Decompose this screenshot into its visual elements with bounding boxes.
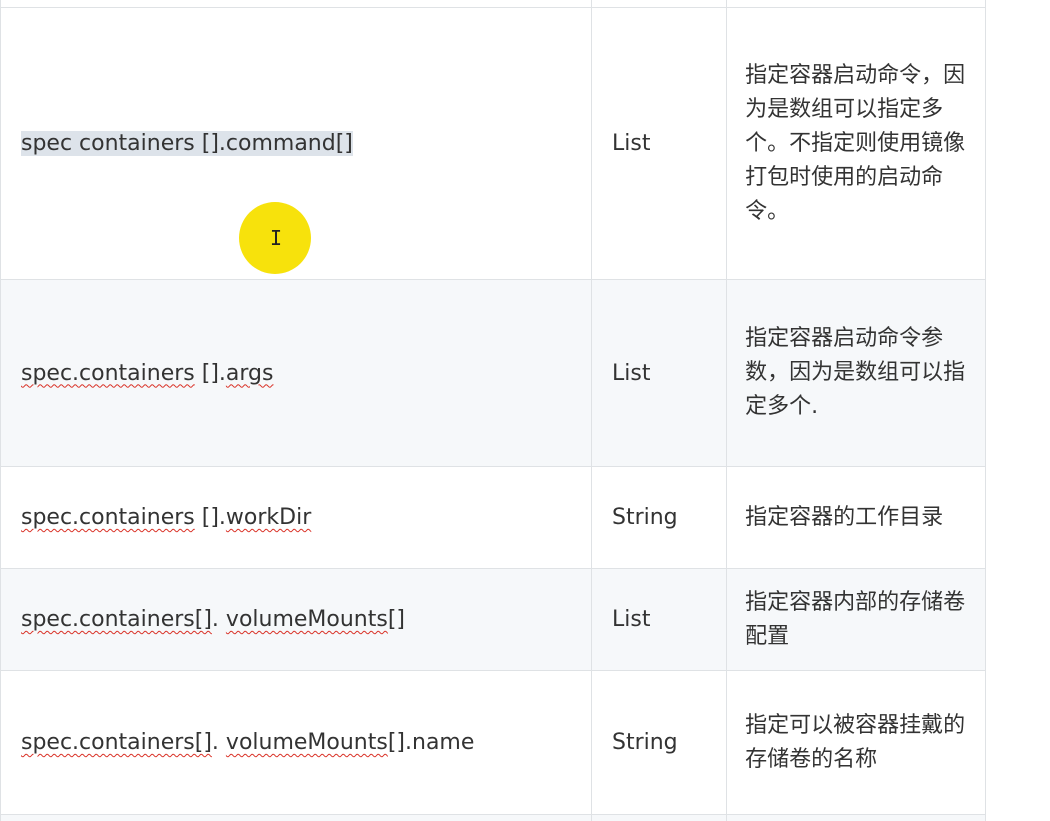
selected-text[interactable]: spec containers [].command[]	[21, 131, 353, 156]
misspelled-word[interactable]: spec.containers	[21, 505, 195, 530]
param-type-cell: String	[590, 670, 728, 815]
name-text: [].	[194, 505, 226, 530]
param-desc-cell: 指定可以被容器挂戴的存储卷的名称	[726, 670, 986, 815]
table-row: spec.containers [].args List 指定容器启动命令参数，…	[0, 279, 986, 467]
param-name-cell[interactable]: spec.containers [].workDir	[0, 466, 592, 569]
table-row: spec containers [].command[] List 指定容器启动…	[0, 7, 986, 280]
document-viewport: spec containers [].command[] List 指定容器启动…	[0, 0, 1050, 821]
param-name-cell[interactable]: spec.containers[]. volumeMounts[].name	[0, 670, 592, 815]
misspelled-word[interactable]: spec.containers	[21, 361, 195, 386]
param-desc-cell: 指定容器启动命令参数，因为是数组可以指定多个.	[726, 279, 986, 467]
misspelled-word[interactable]: spec.containers[]	[21, 730, 212, 755]
param-name-cell[interactable]: spec containers [].command[]	[0, 7, 592, 280]
param-name-cell[interactable]: spec.containers [].args	[0, 279, 592, 467]
table-row-partial-bottom	[0, 814, 986, 821]
param-type-cell: List	[590, 7, 728, 280]
misspelled-word[interactable]: volumeMounts	[226, 730, 388, 755]
param-desc-cell: 指定容器内部的存储卷配置	[726, 568, 986, 671]
param-desc-cell: 指定容器启动命令，因为是数组可以指定多个。不指定则使用镜像打包时使用的启动命令。	[726, 7, 986, 280]
name-text: [].	[194, 360, 226, 386]
table-row-partial-top	[0, 0, 986, 8]
page-margin	[986, 0, 1050, 821]
misspelled-word[interactable]: spec.containers[]	[21, 607, 212, 632]
table-row: spec.containers[]. volumeMounts[].name S…	[0, 670, 986, 815]
name-text: []	[387, 607, 406, 632]
param-type-cell: String	[590, 466, 728, 569]
table-row: spec.containers [].workDir String 指定容器的工…	[0, 466, 986, 569]
param-type-cell: List	[590, 568, 728, 671]
table-row: spec.containers[]. volumeMounts[] List 指…	[0, 568, 986, 671]
name-text: .	[211, 730, 226, 755]
misspelled-word[interactable]: volumeMounts	[226, 607, 388, 632]
misspelled-word[interactable]: workDir	[226, 505, 311, 530]
param-type-cell: List	[590, 279, 728, 467]
param-desc-cell: 指定容器的工作目录	[726, 466, 986, 569]
name-text: [].name	[387, 730, 475, 755]
param-name-cell[interactable]: spec.containers[]. volumeMounts[]	[0, 568, 592, 671]
misspelled-word[interactable]: args	[226, 361, 274, 386]
name-text: .	[211, 607, 226, 632]
parameter-table: spec containers [].command[] List 指定容器启动…	[0, 0, 986, 821]
